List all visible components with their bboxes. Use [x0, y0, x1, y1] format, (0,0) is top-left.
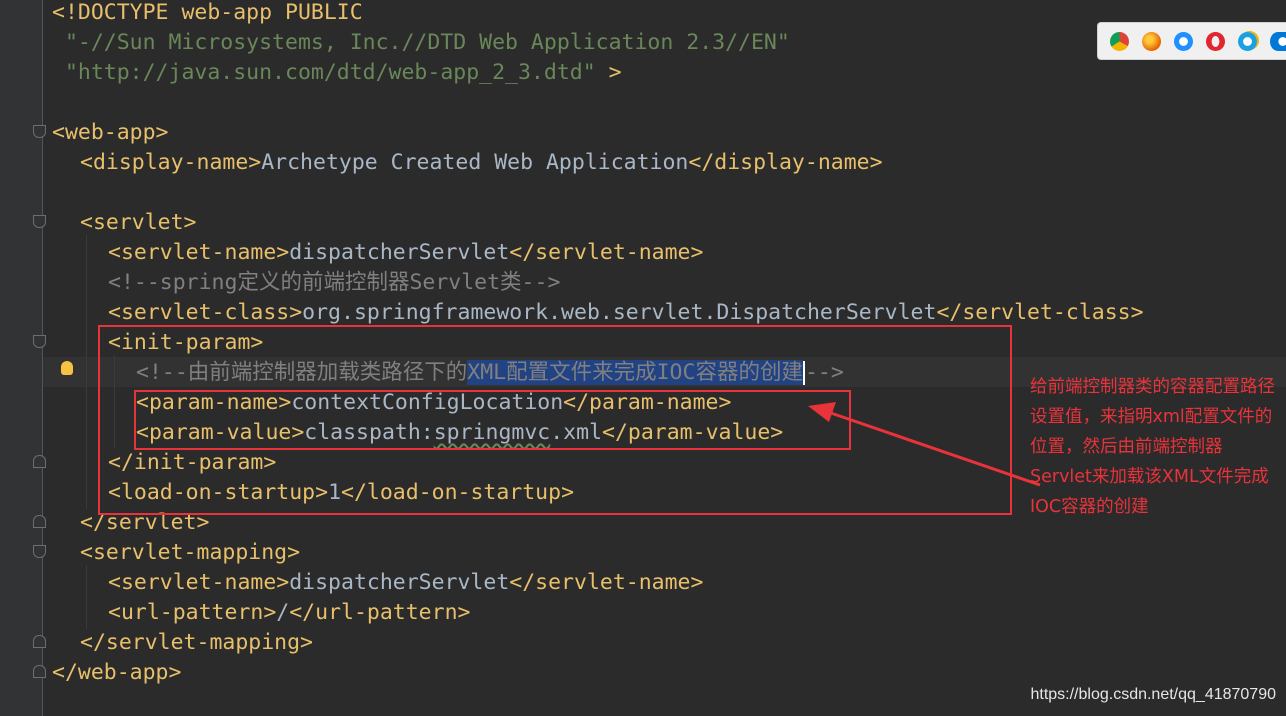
browser-icons-bar: [1097, 22, 1286, 60]
annotation-arrow: [808, 402, 1041, 487]
firefox-icon[interactable]: [1142, 32, 1161, 51]
opera-icon[interactable]: [1206, 32, 1225, 51]
ie-icon[interactable]: [1238, 32, 1257, 51]
chrome-icon[interactable]: [1110, 32, 1129, 51]
watermark: https://blog.csdn.net/qq_41870790: [1030, 686, 1276, 703]
edge-icon[interactable]: [1270, 32, 1286, 51]
annotation-text: 给前端控制器类的容器配置路径设置值，来指明xml配置文件的位置，然后由前端控制器…: [1030, 377, 1275, 517]
safari-icon[interactable]: [1174, 32, 1193, 51]
